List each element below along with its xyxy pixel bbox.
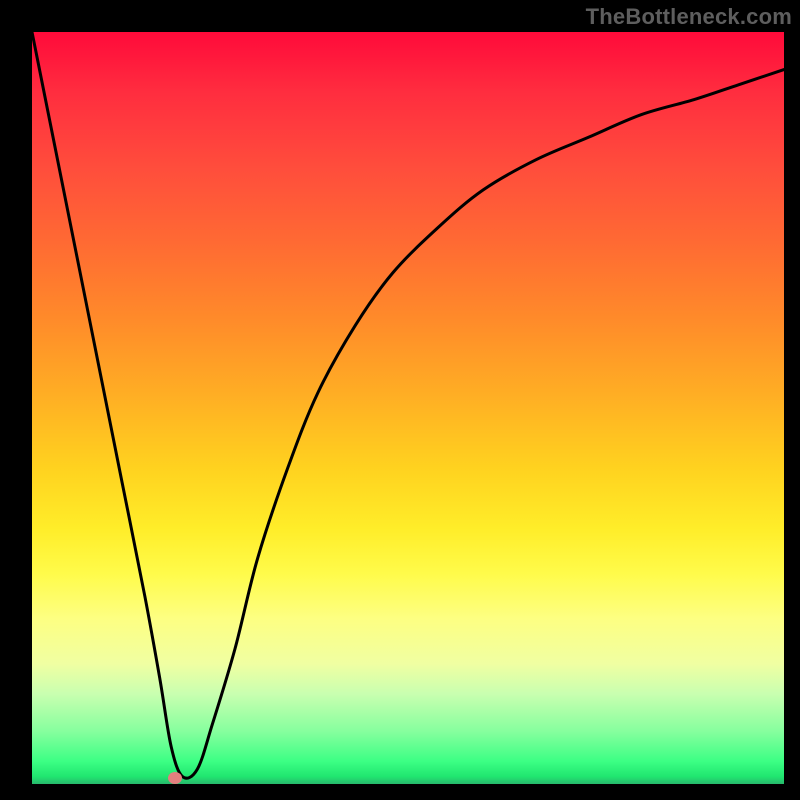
watermark-text: TheBottleneck.com — [586, 4, 792, 30]
chart-frame: TheBottleneck.com — [0, 0, 800, 800]
optimum-marker — [168, 772, 182, 784]
bottleneck-curve — [32, 32, 784, 784]
plot-area — [32, 32, 784, 784]
